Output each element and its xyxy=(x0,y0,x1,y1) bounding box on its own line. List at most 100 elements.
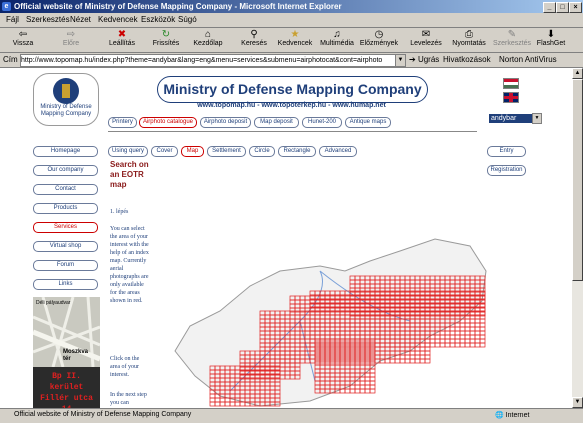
edit-button[interactable]: ✎ Szerkesztés xyxy=(491,29,533,51)
tab-airphoto-catalogue[interactable]: Airphoto catalogue xyxy=(139,117,197,128)
coverage-cell[interactable] xyxy=(434,334,441,340)
coverage-cell[interactable] xyxy=(364,388,371,394)
coverage-cell[interactable] xyxy=(414,354,421,360)
coverage-cell[interactable] xyxy=(469,330,476,336)
coverage-cell[interactable] xyxy=(419,354,426,360)
coverage-cell[interactable] xyxy=(459,330,466,336)
coverage-cell[interactable] xyxy=(469,342,476,348)
coverage-cell[interactable] xyxy=(364,384,371,390)
menu-view[interactable]: Nézet xyxy=(70,15,91,24)
coverage-cell[interactable] xyxy=(424,342,431,348)
media-button[interactable]: ♫ Multimédia xyxy=(317,29,357,51)
coverage-cell[interactable] xyxy=(474,334,481,340)
coverage-cell[interactable] xyxy=(479,307,486,313)
coverage-cell[interactable] xyxy=(479,311,486,317)
maximize-button[interactable]: □ xyxy=(556,2,569,13)
menu-edit[interactable]: Szerkesztés xyxy=(26,15,70,24)
coverage-cell[interactable] xyxy=(464,318,471,324)
coverage-cell[interactable] xyxy=(469,322,476,328)
eotr-index-map[interactable] xyxy=(170,201,490,408)
coverage-cell[interactable] xyxy=(424,358,431,364)
coverage-cell[interactable] xyxy=(434,338,441,344)
favorites-button[interactable]: ★ Kedvencek xyxy=(276,29,314,51)
vertical-scrollbar[interactable]: ▲ ▼ xyxy=(572,68,583,408)
coverage-cell[interactable] xyxy=(479,302,486,308)
nav-homepage[interactable]: Homepage xyxy=(33,146,98,157)
entry-button[interactable]: Entry xyxy=(487,146,526,157)
coverage-cell[interactable] xyxy=(474,307,481,313)
coverage-cell[interactable] xyxy=(444,342,451,348)
coverage-cell[interactable] xyxy=(434,342,441,348)
coverage-cell[interactable] xyxy=(479,310,486,316)
coverage-cell[interactable] xyxy=(439,342,446,348)
coverage-cell[interactable] xyxy=(444,330,451,336)
coverage-cell[interactable] xyxy=(214,401,221,407)
coverage-cell[interactable] xyxy=(359,384,366,390)
subtab-cover[interactable]: Cover xyxy=(151,146,178,157)
coverage-cell[interactable] xyxy=(429,338,436,344)
print-button[interactable]: ⎙ Nyomtatás xyxy=(449,29,489,51)
coverage-cell[interactable] xyxy=(474,322,481,328)
coverage-cell[interactable] xyxy=(234,401,241,407)
scroll-up-button[interactable]: ▲ xyxy=(572,68,583,79)
address-input[interactable]: http://www.topomap.hu/index.php?theme=an… xyxy=(20,54,396,67)
refresh-button[interactable]: ↻ Frissítés xyxy=(150,29,182,51)
coverage-cell[interactable] xyxy=(454,330,461,336)
coverage-cell[interactable] xyxy=(474,310,481,316)
coverage-cell[interactable] xyxy=(439,334,446,340)
coverage-cell[interactable] xyxy=(439,330,446,336)
coverage-cell[interactable] xyxy=(209,397,216,403)
coverage-cell[interactable] xyxy=(474,326,481,332)
go-button[interactable]: ➔ Ugrás xyxy=(409,55,439,64)
coverage-cell[interactable] xyxy=(424,346,431,352)
coverage-cell[interactable] xyxy=(369,372,376,378)
site-urls[interactable]: www.topomap.hu - www.topoterkep.hu - www… xyxy=(157,102,426,109)
coverage-cell[interactable] xyxy=(344,388,351,394)
antivirus-button[interactable]: Norton AntiVirus xyxy=(499,55,557,64)
coverage-cell[interactable] xyxy=(464,342,471,348)
tab-antique-maps[interactable]: Antique maps xyxy=(345,117,391,128)
coverage-cell[interactable] xyxy=(404,354,411,360)
back-button[interactable]: ⇦ Vissza xyxy=(8,29,38,51)
menu-favorites[interactable]: Kedvencek xyxy=(98,15,138,24)
city-map-thumbnail[interactable]: Déli pályaudvar Moszkva tér xyxy=(33,297,100,367)
coverage-cell[interactable] xyxy=(394,358,401,364)
coverage-cell[interactable] xyxy=(459,338,466,344)
tab-hunet-200[interactable]: Hunet-200 xyxy=(302,117,342,128)
hungarian-flag-icon[interactable] xyxy=(503,78,519,89)
coverage-cell[interactable] xyxy=(479,342,486,348)
coverage-cell[interactable] xyxy=(359,388,366,394)
coverage-cell[interactable] xyxy=(464,330,471,336)
coverage-cell[interactable] xyxy=(474,314,481,320)
coverage-cell[interactable] xyxy=(414,346,421,352)
menu-help[interactable]: Súgó xyxy=(178,15,197,24)
coverage-cell[interactable] xyxy=(369,368,376,374)
coverage-cell[interactable] xyxy=(459,322,466,328)
coverage-cell[interactable] xyxy=(239,401,246,407)
subtab-rectangle[interactable]: Rectangle xyxy=(278,146,316,157)
tab-airphoto-deposit[interactable]: Airphoto deposit xyxy=(200,117,251,128)
coverage-cell[interactable] xyxy=(459,326,466,332)
coverage-cell[interactable] xyxy=(469,338,476,344)
coverage-cell[interactable] xyxy=(219,401,226,407)
coverage-cell[interactable] xyxy=(389,358,396,364)
coverage-cell[interactable] xyxy=(479,338,486,344)
coverage-cell[interactable] xyxy=(364,372,371,378)
coverage-cell[interactable] xyxy=(214,397,221,403)
coverage-cell[interactable] xyxy=(369,388,376,394)
nav-our-company[interactable]: Our company xyxy=(33,165,98,176)
coverage-cell[interactable] xyxy=(474,330,481,336)
coverage-cell[interactable] xyxy=(229,401,236,407)
coverage-cell[interactable] xyxy=(479,334,486,340)
coverage-cell[interactable] xyxy=(464,334,471,340)
registration-button[interactable]: Registration xyxy=(487,165,526,176)
address-dropdown[interactable]: ▼ xyxy=(395,54,406,67)
menu-file[interactable]: Fájl xyxy=(6,15,19,24)
coverage-cell[interactable] xyxy=(449,338,456,344)
coverage-cell[interactable] xyxy=(409,350,416,356)
coverage-cell[interactable] xyxy=(444,338,451,344)
coverage-cell[interactable] xyxy=(479,318,486,324)
coverage-cell[interactable] xyxy=(479,330,486,336)
coverage-cell[interactable] xyxy=(354,388,361,394)
history-button[interactable]: ◷ Előzmények xyxy=(357,29,401,51)
